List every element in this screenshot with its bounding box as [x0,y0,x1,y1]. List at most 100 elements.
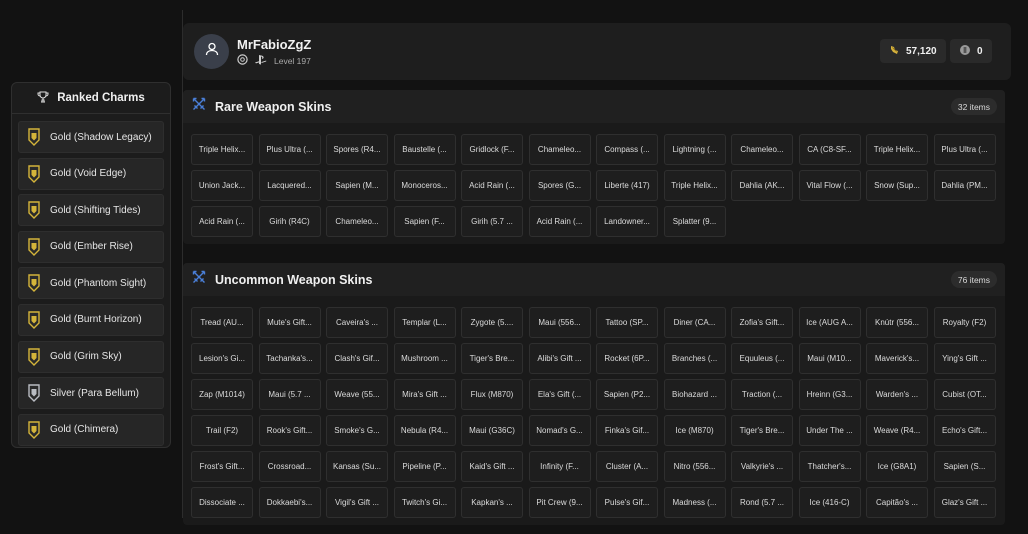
skin-item[interactable]: Knútr (556... [866,307,928,338]
skin-item[interactable]: Sapien (S... [933,451,996,482]
skin-item[interactable]: Maverick's... [866,343,928,374]
skin-item[interactable]: Caveira's ... [326,307,388,338]
skin-item[interactable]: Echo's Gift... [933,415,996,446]
skin-item[interactable]: Chameleo... [731,134,793,165]
skin-item[interactable]: Dokkaebi's... [258,487,321,518]
skin-item[interactable]: Capitão's ... [866,487,928,518]
skin-item[interactable]: Crossroad... [258,451,321,482]
skin-item[interactable]: Baustelle (... [393,134,456,165]
charm-item[interactable]: Gold (Ember Rise) [18,230,164,263]
charm-item[interactable]: Gold (Void Edge) [18,157,164,190]
skin-item[interactable]: Chameleo... [326,206,388,237]
skin-item[interactable]: Lacquered... [258,170,321,201]
skin-item[interactable]: Girih (R4C) [258,206,321,237]
skin-item[interactable]: Lesion's Gi... [191,343,253,374]
skin-item[interactable]: Mushroom ... [393,343,456,374]
skin-item[interactable]: Ice (416-C) [798,487,861,518]
skin-item[interactable]: Smoke's G... [326,415,388,446]
skin-item[interactable]: Dahlia (AK... [731,170,793,201]
skin-item[interactable]: Cubist (OT... [933,379,996,410]
skin-item[interactable]: Templar (L... [393,307,456,338]
skin-item[interactable]: Rocket (6P... [596,343,658,374]
skin-item[interactable]: Maui (M10... [798,343,861,374]
skin-item[interactable]: Tiger's Bre... [461,343,523,374]
skin-item[interactable]: Liberte (417) [596,170,658,201]
skin-item[interactable]: Zap (M1014) [191,379,253,410]
charm-item[interactable]: Gold (Chimera) [18,413,164,446]
charm-item[interactable]: Gold (Shadow Legacy) [18,121,164,153]
skin-item[interactable]: Ela's Gift (... [528,379,591,410]
skin-item[interactable]: Valkyrie's ... [731,451,793,482]
skin-item[interactable]: Landowner... [596,206,658,237]
skin-item[interactable]: Nitro (556... [663,451,726,482]
skin-item[interactable]: Zofia's Gift... [731,307,793,338]
skin-item[interactable]: Finka's Gif... [596,415,658,446]
skin-item[interactable]: Infinity (F... [528,451,591,482]
skin-item[interactable]: Rook's Gift... [258,415,321,446]
skin-item[interactable]: Kapkan's ... [461,487,523,518]
skin-item[interactable]: Kaid's Gift ... [461,451,523,482]
skin-item[interactable]: Traction (... [731,379,793,410]
skin-item[interactable]: Plus Ultra (... [258,134,321,165]
skin-item[interactable]: Tiger's Bre... [731,415,793,446]
skin-item[interactable]: Girih (5.7 ... [461,206,523,237]
skin-item[interactable]: Triple Helix... [663,170,726,201]
skin-item[interactable]: Tachanka's... [258,343,321,374]
skin-item[interactable]: Weave (55... [326,379,388,410]
skin-item[interactable]: Triple Helix... [866,134,928,165]
skin-item[interactable]: Dahlia (PM... [933,170,996,201]
skin-item[interactable]: Twitch's Gi... [393,487,456,518]
skin-item[interactable]: Plus Ultra (... [933,134,996,165]
skin-item[interactable]: Cluster (A... [596,451,658,482]
skin-item[interactable]: Pulse's Gif... [596,487,658,518]
skin-item[interactable]: Pipeline (P... [393,451,456,482]
charm-item[interactable]: Gold (Burnt Horizon) [18,303,164,336]
skin-item[interactable]: Lightning (... [663,134,726,165]
skin-item[interactable]: Sapien (P2... [596,379,658,410]
skin-item[interactable]: Rond (5.7 ... [731,487,793,518]
skin-item[interactable]: Royalty (F2) [933,307,996,338]
skin-item[interactable]: Diner (CA... [663,307,726,338]
skin-item[interactable]: Thatcher's... [798,451,861,482]
skin-item[interactable]: Branches (... [663,343,726,374]
charm-item[interactable]: Gold (Shifting Tides) [18,194,164,227]
skin-item[interactable]: Maui (5.7 ... [258,379,321,410]
skin-item[interactable]: Spores (G... [528,170,591,201]
skin-item[interactable]: Ying's Gift ... [933,343,996,374]
skin-item[interactable]: Ice (AUG A... [798,307,861,338]
skin-item[interactable]: Under The ... [798,415,861,446]
skin-item[interactable]: Maui (G36C) [461,415,523,446]
skin-item[interactable]: Maui (556... [528,307,591,338]
skin-item[interactable]: Snow (Sup... [866,170,928,201]
skin-item[interactable]: Spores (R4... [326,134,388,165]
skin-item[interactable]: Sapien (F... [393,206,456,237]
skin-item[interactable]: Tattoo (SP... [596,307,658,338]
skin-item[interactable]: Chameleo... [528,134,591,165]
skin-item[interactable]: Gridlock (F... [461,134,523,165]
skin-item[interactable]: Vigil's Gift ... [326,487,388,518]
skin-item[interactable]: Vital Flow (... [798,170,861,201]
skin-item[interactable]: Frost's Gift... [191,451,253,482]
skin-item[interactable]: Nebula (R4... [393,415,456,446]
charm-item[interactable]: Gold (Phantom Sight) [18,267,164,300]
skin-item[interactable]: Mira's Gift ... [393,379,456,410]
skin-item[interactable]: Acid Rain (... [461,170,523,201]
skin-item[interactable]: Pit Crew (9... [528,487,591,518]
skin-item[interactable]: Mute's Gift... [258,307,321,338]
skin-item[interactable]: Warden's ... [866,379,928,410]
skin-item[interactable]: Splatter (9... [663,206,726,237]
skin-item[interactable]: Dissociate ... [191,487,253,518]
skin-item[interactable]: Kansas (Su... [326,451,388,482]
avatar[interactable] [194,34,229,69]
charm-item[interactable]: Gold (Grim Sky) [18,340,164,373]
skin-item[interactable]: Alibi's Gift ... [528,343,591,374]
skin-item[interactable]: Union Jack... [191,170,253,201]
skin-item[interactable]: Triple Helix... [191,134,253,165]
skin-item[interactable]: Ice (M870) [663,415,726,446]
skin-item[interactable]: CA (C8-SF... [798,134,861,165]
skin-item[interactable]: Ice (G8A1) [866,451,928,482]
skin-item[interactable]: Trail (F2) [191,415,253,446]
skin-item[interactable]: Hreinn (G3... [798,379,861,410]
skin-item[interactable]: Equuleus (... [731,343,793,374]
skin-item[interactable]: Glaz's Gift ... [933,487,996,518]
